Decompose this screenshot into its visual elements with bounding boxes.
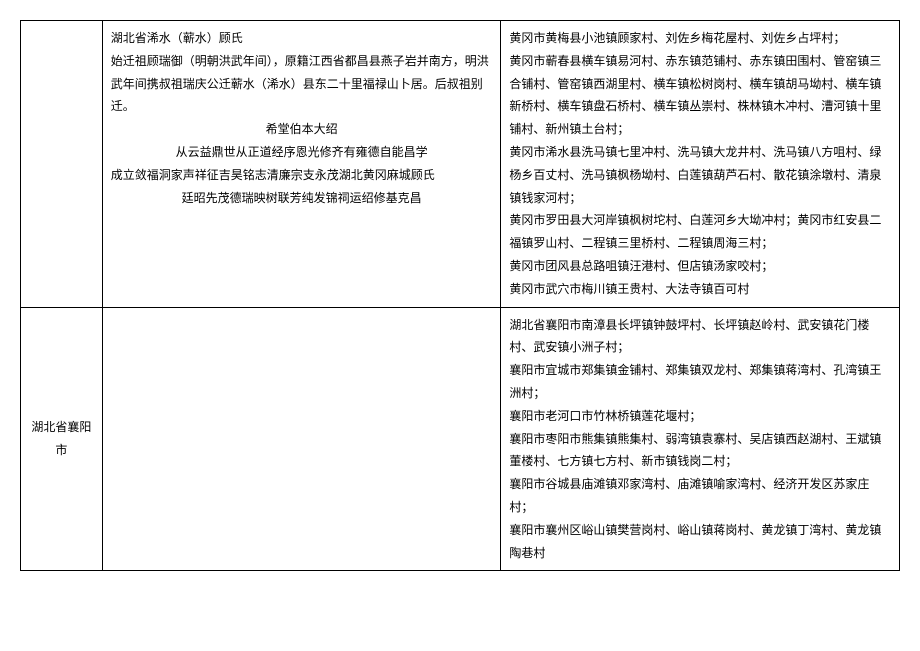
villages-cell-1: 黄冈市黄梅县小池镇顾家村、刘佐乡梅花屋村、刘佐乡占坪村； 黄冈市蕲春县横车镇易河… [501, 21, 900, 308]
region-cell-2: 湖北省襄阳市 [21, 307, 103, 571]
village-line: 黄冈市蕲春县横车镇易河村、赤东镇范铺村、赤东镇田围村、管窑镇三合铺村、管窑镇西湖… [509, 50, 891, 141]
village-line: 黄冈市黄梅县小池镇顾家村、刘佐乡梅花屋村、刘佐乡占坪村； [509, 27, 891, 50]
desc-p2: 成立敛福洞家声祥征吉昊铭志清廉宗支永茂湖北黄冈麻城顾氏 [111, 164, 493, 187]
village-line: 襄阳市枣阳市熊集镇熊集村、弱湾镇袁寨村、吴店镇西赵湖村、王斌镇董楼村、七方镇七方… [509, 428, 891, 474]
village-line: 湖北省襄阳市南漳县长坪镇钟鼓坪村、长坪镇赵岭村、武安镇花门楼村、武安镇小洲子村； [509, 314, 891, 360]
desc-c1: 希堂伯本大绍 [111, 118, 493, 141]
village-line: 襄阳市老河口市竹林桥镇莲花堰村； [509, 405, 891, 428]
desc-c2: 从云益鼎世从正道经序恩光修齐有雍德自能昌学 [111, 141, 493, 164]
village-line: 黄冈市浠水县洗马镇七里冲村、洗马镇大龙井村、洗马镇八方咀村、绿杨乡百丈村、洗马镇… [509, 141, 891, 209]
village-line: 襄阳市宜城市郑集镇金铺村、郑集镇双龙村、郑集镇蒋湾村、孔湾镇王洲村； [509, 359, 891, 405]
village-line: 襄阳市襄州区峪山镇樊营岗村、峪山镇蒋岗村、黄龙镇丁湾村、黄龙镇陶巷村 [509, 519, 891, 565]
village-line: 黄冈市团风县总路咀镇汪港村、但店镇汤家咬村； [509, 255, 891, 278]
desc-cell-1: 湖北省浠水（蕲水）顾氏 始迁祖顾瑞御（明朝洪武年间），原籍江西省都昌县燕子岩并南… [102, 21, 501, 308]
villages-cell-2: 湖北省襄阳市南漳县长坪镇钟鼓坪村、长坪镇赵岭村、武安镇花门楼村、武安镇小洲子村；… [501, 307, 900, 571]
desc-c3: 廷昭先茂德瑞映树联芳纯发锦祠运绍修基克昌 [111, 187, 493, 210]
region-text-2: 湖北省襄阳市 [31, 420, 91, 457]
village-line: 黄冈市罗田县大河岸镇枫树坨村、白莲河乡大坳冲村；黄冈市红安县二福镇罗山村、二程镇… [509, 209, 891, 255]
region-cell-1 [21, 21, 103, 308]
village-line: 襄阳市谷城县庙滩镇邓家湾村、庙滩镇喻家湾村、经济开发区苏家庄村； [509, 473, 891, 519]
desc-title: 湖北省浠水（蕲水）顾氏 [111, 27, 493, 50]
desc-p1: 始迁祖顾瑞御（明朝洪武年间），原籍江西省都昌县燕子岩并南方，明洪武年间携叔祖瑞庆… [111, 50, 493, 118]
desc-cell-2 [102, 307, 501, 571]
village-line: 黄冈市武穴市梅川镇王贵村、大法寺镇百可村 [509, 278, 891, 301]
